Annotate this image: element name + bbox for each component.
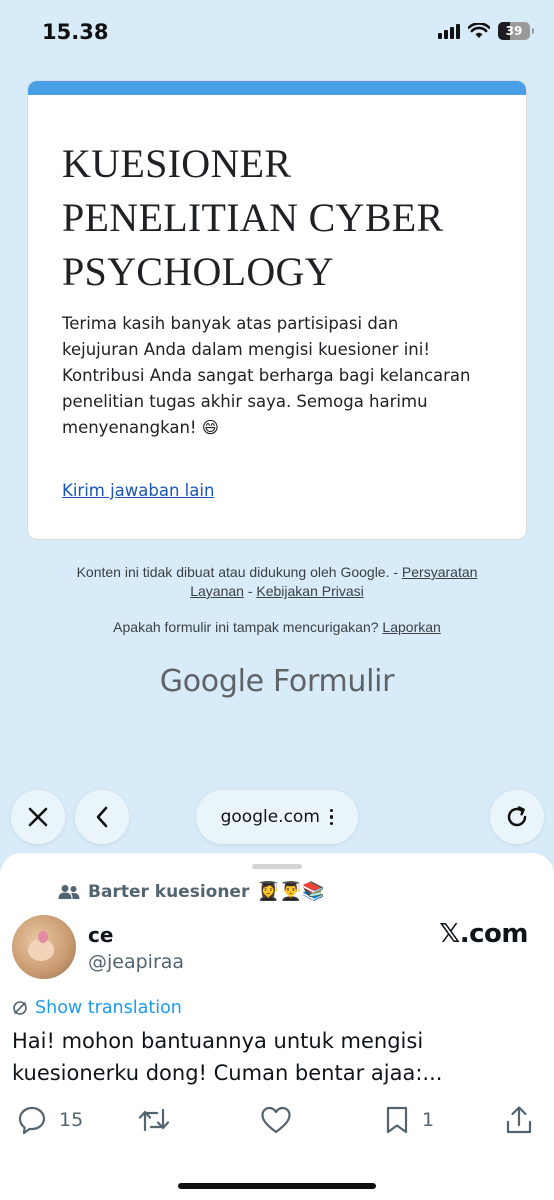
back-icon [96,806,108,828]
more-icon[interactable] [329,808,334,826]
form-title-line: PENELITIAN CYBER [62,195,444,240]
close-icon [28,807,48,827]
google-disclaimer: Konten ini tidak dibuat atau didukung ol… [30,563,524,601]
wifi-icon [468,23,490,38]
show-translation-link[interactable]: Show translation [12,998,182,1018]
people-icon [58,884,80,899]
translate-icon [13,1001,27,1015]
report-link[interactable]: Laporkan [382,619,440,635]
reload-icon [507,806,527,827]
footer-separator: - [243,583,257,599]
display-name[interactable]: ce [88,923,113,947]
form-title-line: PSYCHOLOGY [62,249,334,294]
tweet-actions: 15 1 [0,1105,554,1145]
like-button[interactable] [260,1105,304,1135]
retweet-icon [138,1108,170,1132]
form-description-line: Kontribusi Anda sangat berharga bagi kel… [62,366,471,385]
form-description-line: penelitian tugas akhir saya. Semoga hari… [62,392,428,411]
report-question: Apakah formulir ini tampak mencurigakan? [113,619,383,635]
address-bar[interactable]: google.com [196,790,358,844]
terms-link[interactable]: Layanan [190,583,244,599]
form-title: KUESIONER PENELITIAN CYBER PSYCHOLOGY [62,137,502,299]
tweet-sheet: Barter kuesioner 👩‍🎓👨‍🎓📚 ce @jeapiraa 𝕏.… [0,853,554,1200]
reload-button[interactable] [490,790,544,844]
disclaimer-text: Konten ini tidak dibuat atau didukung ol… [76,564,402,580]
form-description-line: menyenangkan! 😄 [62,418,219,437]
terms-link[interactable]: Persyaratan [402,564,477,580]
signal-icon [438,23,460,39]
form-description-line: Terima kasih banyak atas partisipasi dan [62,314,399,333]
x-logo: 𝕏.com [439,919,528,949]
tweet-text: Hai! mohon bantuannya untuk mengisi kues… [12,1025,532,1089]
brand-product: Formulir [273,664,395,699]
form-description: Terima kasih banyak atas partisipasi dan… [62,311,502,441]
form-title-line: KUESIONER [62,141,292,186]
reply-count: 15 [59,1109,84,1131]
form-description-line: kejujuran Anda dalam mengisi kuesioner i… [62,340,430,359]
reply-button[interactable]: 15 [17,1105,83,1135]
reply-icon [18,1106,46,1135]
bookmark-icon [386,1106,408,1134]
share-icon [506,1106,532,1134]
tweet-text-line: Hai! mohon bantuannya untuk mengisi [12,1029,424,1053]
brand-google: Google [159,664,264,699]
report-abuse: Apakah formulir ini tampak mencurigakan?… [30,619,524,635]
status-icons: 39 [438,22,534,40]
battery-icon: 39 [498,22,534,40]
share-button[interactable] [505,1105,533,1135]
heart-icon [261,1106,291,1134]
show-translation-label: Show translation [35,998,182,1018]
community-emojis: 👩‍🎓👨‍🎓📚 [257,881,325,902]
user-handle[interactable]: @jeapiraa [88,951,184,973]
community-label[interactable]: Barter kuesioner 👩‍🎓👨‍🎓📚 [58,881,325,902]
avatar[interactable] [12,915,76,979]
community-name: Barter kuesioner [88,881,250,902]
google-forms-logo: Google Formulir [0,664,554,699]
status-time: 15.38 [42,20,109,44]
sheet-grabber[interactable] [252,864,302,869]
retweet-button[interactable] [137,1105,183,1135]
tweet-text-line: kuesionerku dong! Cuman bentar ajaa:... [12,1061,443,1085]
bookmark-button[interactable]: 1 [384,1105,434,1135]
submit-another-response-link[interactable]: Kirim jawaban lain [62,481,214,500]
back-button[interactable] [75,790,129,844]
home-indicator [178,1183,376,1189]
status-bar: 15.38 39 [0,0,554,66]
form-confirmation-card: KUESIONER PENELITIAN CYBER PSYCHOLOGY Te… [27,80,527,540]
privacy-link[interactable]: Kebijakan Privasi [256,583,363,599]
bookmark-count: 1 [422,1109,435,1131]
close-button[interactable] [11,790,65,844]
form-accent-bar [28,81,526,95]
battery-level: 39 [505,24,523,38]
url-text: google.com [220,807,320,827]
